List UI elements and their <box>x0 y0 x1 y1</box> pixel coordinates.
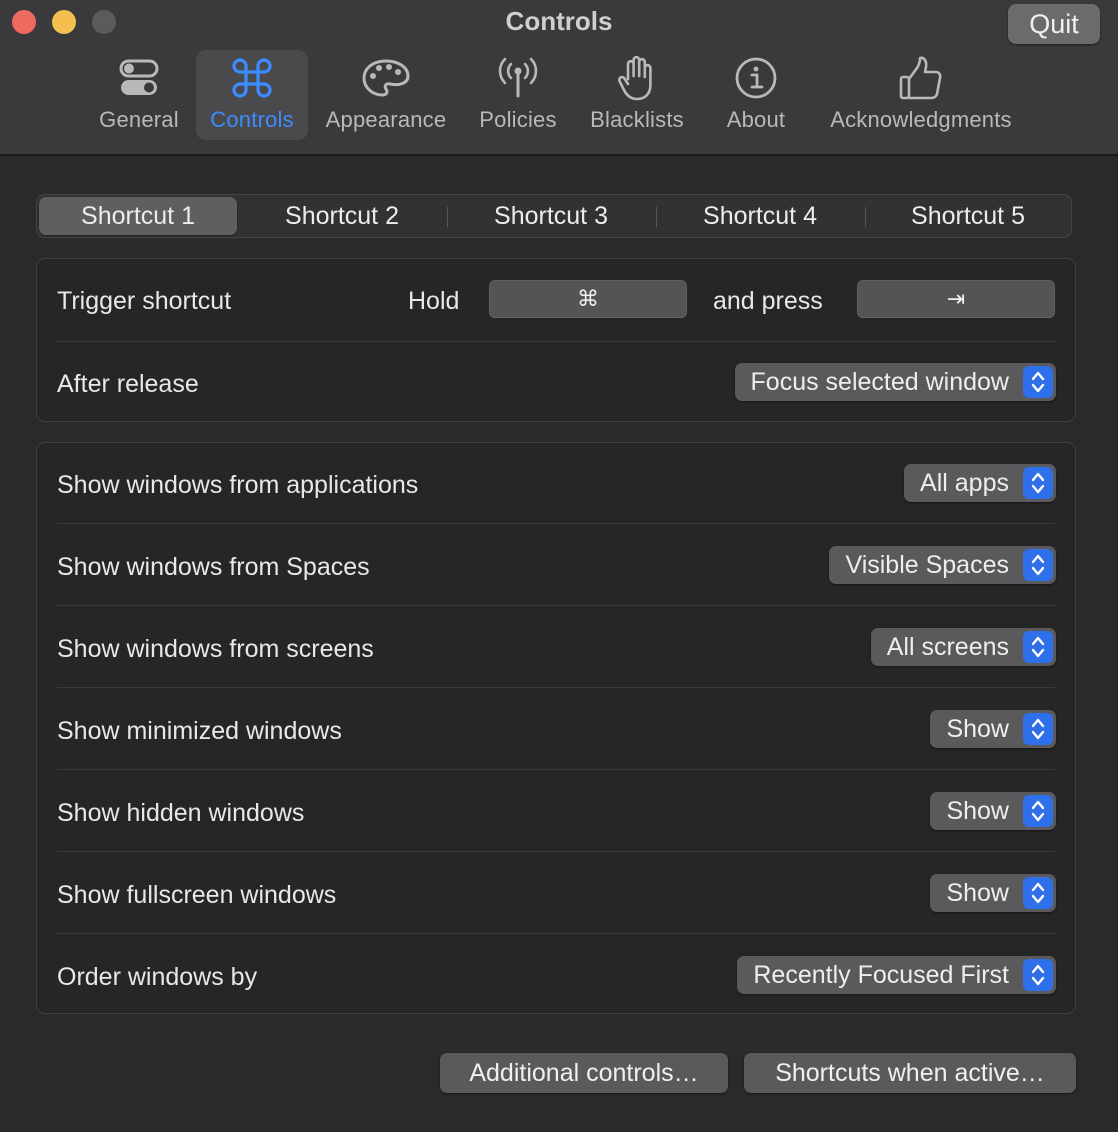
hold-key-field[interactable]: ⌘ <box>489 280 687 318</box>
chevron-up-down-icon <box>1023 366 1053 398</box>
window-toolbar: Controls Quit General Controls Appearanc… <box>0 0 1118 156</box>
palette-icon <box>361 50 411 106</box>
popup-value: Show <box>946 714 1009 743</box>
tab-label: General <box>99 107 179 132</box>
settings-row-label: Show windows from Spaces <box>57 553 370 581</box>
info-icon <box>734 50 778 106</box>
hold-label: Hold <box>408 287 460 315</box>
chevron-up-down-icon <box>1023 795 1053 827</box>
tab-label: Controls <box>210 107 294 132</box>
row-separator <box>57 341 1055 342</box>
trigger-shortcut-label: Trigger shortcut <box>57 287 232 315</box>
popup-value: Show <box>946 878 1009 907</box>
chevron-up-down-icon <box>1023 467 1053 499</box>
window-settings-panel: Show windows from applications All apps … <box>36 442 1076 1014</box>
segment-shortcut-3[interactable]: Shortcut 3 <box>448 197 654 235</box>
popup-value: Visible Spaces <box>845 550 1009 579</box>
tab-acknowledgments[interactable]: Acknowledgments <box>820 50 1022 140</box>
segment-shortcut-1[interactable]: Shortcut 1 <box>39 197 237 235</box>
row-separator <box>57 523 1055 524</box>
toggles-icon <box>119 50 159 106</box>
tab-about[interactable]: About <box>716 50 796 140</box>
quit-button[interactable]: Quit <box>1008 4 1100 44</box>
tab-label: About <box>726 107 786 132</box>
chevron-up-down-icon <box>1023 549 1053 581</box>
row-separator <box>57 769 1055 770</box>
settings-row-label: Show windows from screens <box>57 635 374 663</box>
screens-popup[interactable]: All screens <box>870 628 1056 666</box>
settings-row-label: Show hidden windows <box>57 799 305 827</box>
settings-row-label: Show minimized windows <box>57 717 342 745</box>
minimized-windows-popup[interactable]: Show <box>930 710 1056 748</box>
segment-shortcut-5[interactable]: Shortcut 5 <box>866 197 1070 235</box>
tab-blacklists[interactable]: Blacklists <box>584 50 690 140</box>
chevron-up-down-icon <box>1023 631 1053 663</box>
popup-value: All screens <box>886 632 1009 661</box>
and-press-label: and press <box>713 287 823 315</box>
segment-shortcut-4[interactable]: Shortcut 4 <box>657 197 863 235</box>
after-release-label: After release <box>57 370 199 398</box>
trigger-panel: Trigger shortcut Hold ⌘ and press ⇥ Afte… <box>36 258 1076 422</box>
command-icon <box>230 50 274 106</box>
shortcuts-when-active-button[interactable]: Shortcuts when active… <box>744 1053 1076 1093</box>
tab-policies[interactable]: Policies <box>472 50 564 140</box>
antenna-icon <box>496 50 540 106</box>
tab-label: Acknowledgments <box>830 107 1012 132</box>
tab-label: Appearance <box>325 107 447 132</box>
row-separator <box>57 933 1055 934</box>
popup-value: Show <box>946 796 1009 825</box>
spaces-popup[interactable]: Visible Spaces <box>829 546 1056 584</box>
row-separator <box>57 851 1055 852</box>
row-separator <box>57 687 1055 688</box>
popup-value: Recently Focused First <box>753 960 1009 989</box>
popup-value: All apps <box>920 468 1009 497</box>
press-key-field[interactable]: ⇥ <box>857 280 1055 318</box>
settings-row-label: Show fullscreen windows <box>57 881 337 909</box>
window-title: Controls <box>505 6 613 36</box>
after-release-popup[interactable]: Focus selected window <box>734 363 1056 401</box>
tab-label: Blacklists <box>590 107 684 132</box>
segment-shortcut-2[interactable]: Shortcut 2 <box>239 197 445 235</box>
chevron-up-down-icon <box>1023 877 1053 909</box>
hidden-windows-popup[interactable]: Show <box>930 792 1056 830</box>
applications-popup[interactable]: All apps <box>904 464 1056 502</box>
shortcut-segmented-control: Shortcut 1 Shortcut 2 Shortcut 3 Shortcu… <box>36 194 1072 238</box>
popup-value: Focus selected window <box>750 367 1009 396</box>
row-separator <box>57 605 1055 606</box>
tab-general[interactable]: General <box>94 50 184 140</box>
hand-icon <box>617 50 657 106</box>
fullscreen-windows-popup[interactable]: Show <box>930 874 1056 912</box>
order-windows-popup[interactable]: Recently Focused First <box>737 956 1056 994</box>
thumbs-up-icon <box>899 50 943 106</box>
settings-row-label: Order windows by <box>57 963 258 991</box>
chevron-up-down-icon <box>1023 959 1053 991</box>
tab-label: Policies <box>479 107 557 132</box>
tab-appearance[interactable]: Appearance <box>320 50 452 140</box>
tab-controls[interactable]: Controls <box>196 50 308 140</box>
chevron-up-down-icon <box>1023 713 1053 745</box>
additional-controls-button[interactable]: Additional controls… <box>440 1053 728 1093</box>
settings-row-label: Show windows from applications <box>57 471 419 499</box>
